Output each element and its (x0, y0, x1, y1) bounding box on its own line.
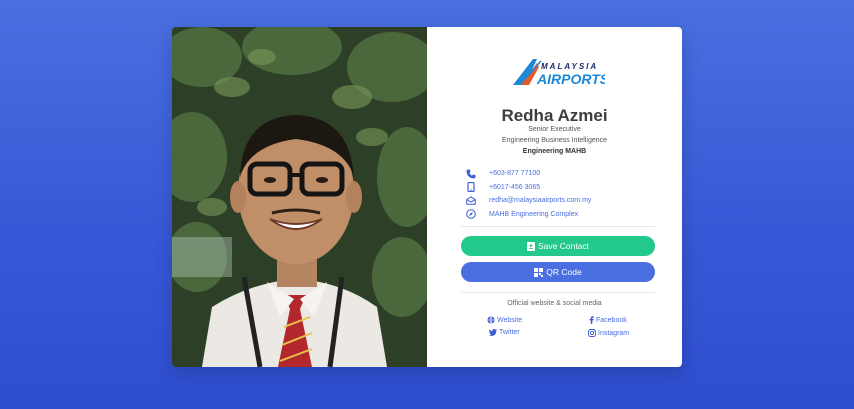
contact-list: +603-877 77100 +6017-456 3065 redha@mala… (465, 167, 665, 221)
globe-icon (487, 316, 495, 324)
save-contact-button[interactable]: Save Contact (461, 236, 655, 256)
person-name: Redha Azmei (501, 106, 608, 125)
divider (461, 292, 655, 293)
instagram-link[interactable]: Instagram (588, 329, 629, 337)
svg-text:AIRPORTS: AIRPORTS (536, 71, 605, 87)
department: Engineering Business Intelligence (501, 137, 608, 144)
phone-icon (465, 168, 477, 179)
svg-text:MALAYSIA: MALAYSIA (541, 62, 598, 71)
facebook-link[interactable]: Facebook (589, 316, 627, 324)
contact-address[interactable]: MAHB Engineering Complex (465, 208, 665, 221)
twitter-link[interactable]: Twitter (489, 329, 520, 336)
contact-text: +6017-456 3065 (489, 183, 541, 191)
contact-mobile[interactable]: +6017-456 3065 (465, 181, 665, 194)
website-link[interactable]: Website (487, 316, 522, 324)
email-icon (465, 195, 477, 206)
contact-info-panel: MALAYSIA AIRPORTS Redha Azmei Senior Exe… (427, 27, 682, 367)
contact-text: +603-877 77100 (489, 170, 541, 177)
unit: Engineering MAHB (522, 148, 587, 155)
instagram-label: Instagram (598, 329, 630, 337)
instagram-icon (588, 329, 596, 337)
qr-code-icon (534, 267, 544, 277)
qr-code-button[interactable]: QR Code (461, 262, 655, 282)
twitter-label: Twitter (499, 329, 520, 336)
contact-text: MAHB Engineering Complex (489, 210, 579, 218)
social-title: Official website & social media (507, 300, 602, 307)
facebook-label: Facebook (596, 316, 627, 324)
twitter-icon (489, 329, 497, 336)
contact-email[interactable]: redha@malaysiaairports.com.my (465, 194, 665, 207)
qr-code-label: QR Code (546, 267, 582, 277)
malaysia-airports-logo: MALAYSIA AIRPORTS (511, 55, 610, 89)
divider (461, 226, 655, 227)
facebook-icon (589, 316, 594, 324)
contact-phone[interactable]: +603-877 77100 (465, 167, 665, 180)
profile-photo (172, 27, 427, 367)
save-contact-label: Save Contact (537, 241, 590, 251)
mobile-icon (465, 182, 477, 193)
contact-card-icon (526, 241, 535, 251)
job-title: Senior Executive (528, 126, 581, 133)
contact-text: redha@malaysiaairports.com.my (489, 197, 592, 204)
compass-icon (465, 209, 477, 220)
business-card: MALAYSIA AIRPORTS Redha Azmei Senior Exe… (172, 27, 682, 367)
website-label: Website (497, 316, 523, 324)
